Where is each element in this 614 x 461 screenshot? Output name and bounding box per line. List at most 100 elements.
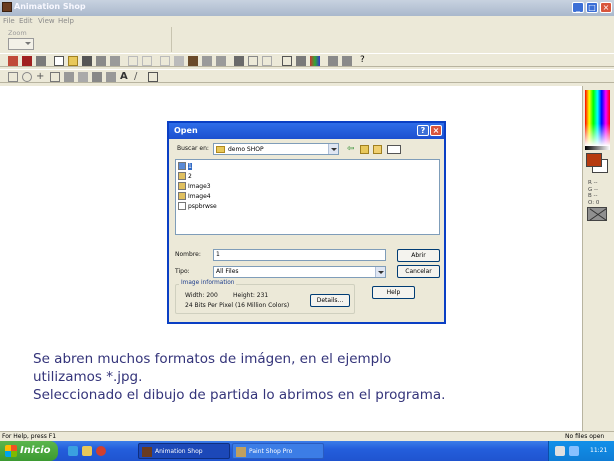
paint-shop-pro-icon [236, 447, 246, 457]
image-file-icon [178, 172, 186, 180]
close-button[interactable]: × [600, 2, 612, 13]
windows-logo-icon [5, 445, 17, 457]
zoom-tool-icon[interactable] [22, 72, 32, 82]
file-type-label: Tipo: [175, 268, 190, 275]
zoom-select[interactable] [8, 38, 34, 50]
save-icon[interactable] [82, 56, 92, 66]
list-item[interactable]: Image4 [178, 191, 211, 201]
minimize-button[interactable]: _ [572, 2, 584, 13]
text-tool-icon[interactable]: A [120, 72, 130, 82]
dialog-help-icon[interactable]: ? [417, 125, 429, 136]
look-in-select[interactable]: demo SHOP [213, 143, 339, 155]
folder-icon [216, 146, 225, 153]
delete-frames-icon[interactable] [342, 56, 352, 66]
undo-icon[interactable] [128, 56, 138, 66]
shape-tool-icon[interactable] [148, 72, 158, 82]
dialog-close-icon[interactable]: × [430, 125, 442, 136]
effects-icon[interactable] [248, 56, 258, 66]
foreground-color-swatch[interactable] [586, 153, 602, 167]
image-height: Height: 231 [233, 292, 269, 299]
pattern-swatch[interactable] [587, 207, 607, 221]
filename-label: Nombre: [175, 251, 201, 258]
file-list[interactable]: 1 2 Image3 Image4 pspbrwse [175, 159, 440, 235]
animation-wizard-icon[interactable] [8, 56, 18, 66]
print-icon[interactable] [110, 56, 120, 66]
explorer-icon[interactable] [82, 446, 92, 456]
help-button[interactable]: Help [372, 286, 415, 299]
menu-help[interactable]: Help [58, 17, 74, 25]
filename-input[interactable]: 1 [213, 249, 386, 261]
app-title: Animation Shop [14, 2, 86, 11]
frame-properties-icon[interactable] [234, 56, 244, 66]
new-file-icon[interactable] [54, 56, 64, 66]
grayscale-strip[interactable] [585, 146, 610, 150]
paintbrush-tool-icon[interactable] [78, 72, 88, 82]
back-arrow-icon[interactable]: ⇦ [347, 145, 356, 154]
arrow-tool-icon[interactable] [8, 72, 18, 82]
view-menu-icon[interactable] [387, 145, 401, 154]
animation-shop-icon [142, 447, 152, 457]
cut-icon[interactable] [160, 56, 170, 66]
copy-icon[interactable] [174, 56, 184, 66]
dropper-tool-icon[interactable] [64, 72, 74, 82]
list-item[interactable]: pspbrwse [178, 201, 217, 211]
start-button[interactable]: Inicio [0, 441, 58, 461]
browse-file-icon [178, 202, 186, 210]
crop-tool-icon[interactable] [50, 72, 60, 82]
menu-file[interactable]: File [3, 17, 15, 25]
menu-edit[interactable]: Edit [19, 17, 33, 25]
zoom-label: Zoom [8, 29, 27, 37]
menu-view[interactable]: View [38, 17, 55, 25]
open-dialog: Open ? × Buscar en: demo SHOP ⇦ 1 2 Imag… [167, 121, 446, 324]
start-label: Inicio [20, 445, 51, 456]
chevron-down-icon[interactable] [375, 267, 385, 277]
media-icon[interactable] [96, 446, 106, 456]
task-animation-shop[interactable]: Animation Shop [138, 443, 230, 459]
open-button[interactable]: Abrir [397, 249, 440, 262]
chevron-down-icon[interactable] [328, 144, 338, 154]
paste-new-icon[interactable] [202, 56, 212, 66]
task-paint-shop-pro[interactable]: Paint Shop Pro [232, 443, 324, 459]
animation-shop-icon [2, 2, 12, 12]
paste-icon[interactable] [188, 56, 198, 66]
redo-icon[interactable] [142, 56, 152, 66]
rgb-r: R -- [588, 180, 598, 186]
insert-frames-icon[interactable] [328, 56, 338, 66]
file-type-select[interactable]: All Files [213, 266, 386, 278]
optimize-icon[interactable] [36, 56, 46, 66]
details-button[interactable]: Details... [310, 294, 350, 307]
cancel-button[interactable]: Cancelar [397, 265, 440, 278]
list-item[interactable]: 2 [178, 171, 192, 181]
line-tool-icon[interactable]: / [134, 72, 144, 82]
caption-line-2: utilizamos *.jpg. [33, 369, 143, 385]
dialog-title-bar: Open ? × [169, 123, 444, 139]
list-item[interactable]: 1 [178, 161, 192, 171]
context-help-icon[interactable]: ? [360, 56, 370, 66]
save-as-icon[interactable] [96, 56, 106, 66]
image-file-icon [178, 182, 186, 190]
fill-tool-icon[interactable] [106, 72, 116, 82]
tray-icon[interactable] [555, 446, 565, 456]
ie-icon[interactable] [68, 446, 78, 456]
maximize-button[interactable]: □ [586, 2, 598, 13]
banner-wizard-icon[interactable] [22, 56, 32, 66]
paste-frame-icon[interactable] [216, 56, 226, 66]
up-folder-icon[interactable] [360, 145, 369, 154]
caption-line-1: Se abren muchos formatos de imágen, en e… [33, 351, 392, 367]
main-toolbar: ? [0, 53, 614, 67]
clock: 11:21 [590, 447, 608, 454]
task-label: Animation Shop [155, 448, 203, 455]
palette-icon[interactable] [310, 56, 320, 66]
open-folder-icon[interactable] [68, 56, 78, 66]
view-animation-icon[interactable] [282, 56, 292, 66]
new-folder-icon[interactable] [373, 145, 382, 154]
network-icon[interactable] [569, 446, 579, 456]
transitions-icon[interactable] [262, 56, 272, 66]
eraser-tool-icon[interactable] [92, 72, 102, 82]
frame-view-icon[interactable] [296, 56, 306, 66]
status-bar: For Help, press F1 No files open [0, 431, 614, 441]
mover-tool-icon[interactable]: + [36, 72, 46, 82]
color-palette[interactable] [585, 90, 610, 146]
status-files-text: No files open [565, 433, 605, 440]
list-item[interactable]: Image3 [178, 181, 211, 191]
